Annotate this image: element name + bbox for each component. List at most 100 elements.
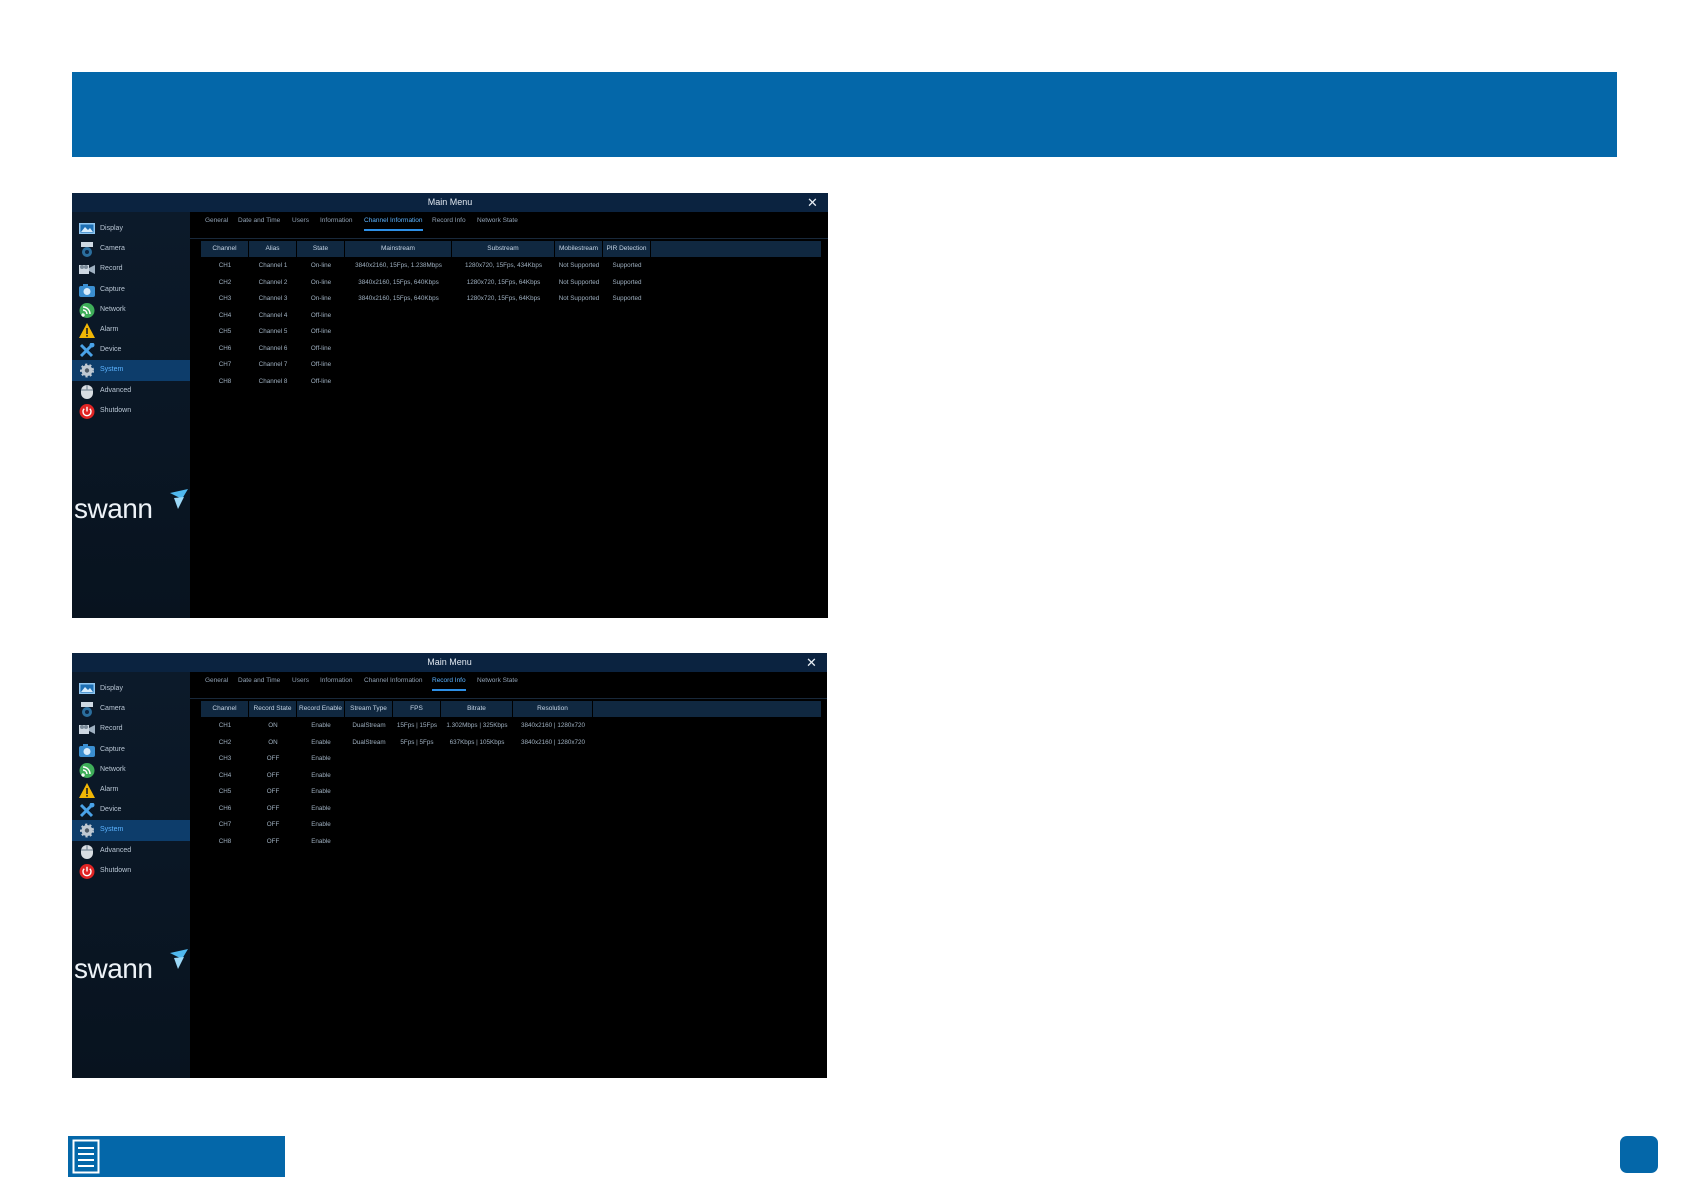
cell-alias: Channel 4 xyxy=(258,311,288,319)
cell-fps xyxy=(393,769,441,783)
cell-mobilestream xyxy=(555,309,603,323)
sidebar-item-device[interactable]: Device xyxy=(72,800,190,821)
cell-channel: CH2 xyxy=(218,278,232,286)
sidebar-item-camera[interactable]: Camera xyxy=(72,699,190,720)
cell-fps: 15Fps | 15Fps xyxy=(396,722,438,729)
sidebar-item-shutdown[interactable]: Shutdown xyxy=(72,401,190,422)
cell-channel: CH1 xyxy=(218,722,232,729)
cell-channel: CH7 xyxy=(218,361,232,368)
sidebar-item-record[interactable]: Record xyxy=(72,259,190,280)
cell-stream-type xyxy=(345,835,393,849)
table-row[interactable]: CH1 Channel 1 On-line 3840x2160, 15Fps, 1.2… xyxy=(201,259,821,273)
cell-alias: Channel 2 xyxy=(258,278,288,286)
tab-information[interactable]: Information xyxy=(320,217,353,229)
close-icon[interactable]: ✕ xyxy=(802,653,821,672)
cell-fps xyxy=(393,818,441,832)
table-header: Channel Record State Record Enable Stream T… xyxy=(201,701,821,717)
sidebar-item-record[interactable]: Record xyxy=(72,719,190,740)
tab-record-info[interactable]: Record Info xyxy=(432,677,466,691)
sidebar-item-display[interactable]: Display xyxy=(72,219,190,240)
cell-resolution: 3840x2160 | 1280x720 xyxy=(521,722,585,729)
sidebar-item-label: Camera xyxy=(100,245,125,253)
cell-stream-type xyxy=(345,818,393,832)
sidebar-item-label: Advanced xyxy=(100,386,132,394)
cell-substream: 1280x720, 15Fps, 64Kbps xyxy=(466,278,541,286)
tab-general[interactable]: General xyxy=(205,217,228,229)
table-row[interactable]: CH4 Channel 4 Off-line xyxy=(201,309,821,323)
cell-channel: CH5 xyxy=(218,788,232,795)
tab-users[interactable]: Users xyxy=(292,677,309,689)
tab-channel-information[interactable]: Channel Information xyxy=(364,217,423,231)
sidebar-item-label: Capture xyxy=(100,745,125,753)
contents-tab[interactable] xyxy=(68,1136,285,1177)
table-row[interactable]: CH8 Channel 8 Off-line xyxy=(201,375,821,389)
sidebar-item-camera[interactable]: Camera xyxy=(72,239,190,260)
sidebar-item-capture[interactable]: Capture xyxy=(72,740,190,761)
table-row[interactable]: CH2 Channel 2 On-line 3840x2160, 15Fps, 640… xyxy=(201,276,821,290)
window-title: Main Menu xyxy=(427,657,472,667)
sidebar-item-label: System xyxy=(100,826,124,834)
cell-alias: Channel 5 xyxy=(258,328,288,335)
table-row[interactable]: CH5 OFF Enable xyxy=(201,785,821,799)
cell-channel: CH7 xyxy=(218,821,232,828)
document-icon xyxy=(72,1139,100,1174)
cell-channel: CH6 xyxy=(218,804,232,812)
sidebar-item-shutdown[interactable]: Shutdown xyxy=(72,861,190,882)
tab-bar: General Date and Time Users Information Chan… xyxy=(190,212,828,239)
record-icon xyxy=(79,722,95,737)
cell-pir-detection xyxy=(603,358,651,372)
cell-bitrate xyxy=(441,769,513,783)
sidebar-item-alarm[interactable]: Alarm xyxy=(72,320,190,341)
cell-fps xyxy=(393,835,441,849)
table-row[interactable]: CH3 Channel 3 On-line 3840x2160, 15Fps, 640… xyxy=(201,292,821,306)
table-row[interactable]: CH3 OFF Enable xyxy=(201,752,821,766)
advanced-icon xyxy=(79,384,95,399)
cell-record-enable: Enable xyxy=(311,788,331,795)
sidebar-item-system[interactable]: System xyxy=(72,820,190,842)
table-row[interactable]: CH5 Channel 5 Off-line xyxy=(201,325,821,339)
table-row[interactable]: CH4 OFF Enable xyxy=(201,769,821,783)
sidebar-item-network[interactable]: Network xyxy=(72,300,190,321)
table-row[interactable]: CH8 OFF Enable xyxy=(201,835,821,849)
sidebar-item-network[interactable]: Network xyxy=(72,760,190,781)
sidebar-item-advanced[interactable]: Advanced xyxy=(72,381,190,402)
tab-date-and-time[interactable]: Date and Time xyxy=(238,217,280,229)
device-icon xyxy=(79,342,95,358)
table-row[interactable]: CH6 OFF Enable xyxy=(201,802,821,816)
table-row[interactable]: CH2 ON Enable DualStream 5Fps | 5Fps 637Kbps … xyxy=(201,736,821,750)
cell-channel: CH4 xyxy=(218,311,232,319)
table-row[interactable]: CH6 Channel 6 Off-line xyxy=(201,342,821,356)
cell-mainstream: 3840x2160, 15Fps, 640Kbps xyxy=(358,295,439,302)
table-row[interactable]: CH1 ON Enable DualStream 15Fps | 15Fps 1.302M… xyxy=(201,719,821,733)
table-row[interactable]: CH7 OFF Enable xyxy=(201,818,821,832)
sidebar-item-label: Camera xyxy=(100,705,125,713)
sidebar-item-alarm[interactable]: Alarm xyxy=(72,780,190,801)
swann-logo: swann xyxy=(74,947,189,987)
cell-bitrate xyxy=(441,752,513,766)
cell-pir-detection: Supported xyxy=(612,278,642,286)
cell-stream-type: DualStream xyxy=(352,722,386,729)
cell-substream xyxy=(452,375,555,389)
sidebar-item-label: Advanced xyxy=(100,846,132,854)
tab-information[interactable]: Information xyxy=(320,677,353,689)
tab-users[interactable]: Users xyxy=(292,217,309,229)
sidebar-item-capture[interactable]: Capture xyxy=(72,280,190,301)
tab-network-state[interactable]: Network State xyxy=(477,677,518,689)
tab-network-state[interactable]: Network State xyxy=(477,217,518,229)
tab-channel-information[interactable]: Channel Information xyxy=(364,677,423,689)
cell-resolution xyxy=(513,769,593,783)
tab-general[interactable]: General xyxy=(205,677,228,689)
sidebar-item-device[interactable]: Device xyxy=(72,340,190,361)
cell-channel: CH8 xyxy=(218,837,232,845)
table-row[interactable]: CH7 Channel 7 Off-line xyxy=(201,358,821,372)
cell-pir-detection: Supported xyxy=(612,295,642,302)
tab-record-info[interactable]: Record Info xyxy=(432,217,466,229)
close-icon[interactable]: ✕ xyxy=(803,193,822,212)
cell-resolution xyxy=(513,785,593,799)
cell-record-enable: Enable xyxy=(311,738,331,746)
sidebar-item-display[interactable]: Display xyxy=(72,679,190,700)
sidebar-item-system[interactable]: System xyxy=(72,360,190,382)
tab-date-and-time[interactable]: Date and Time xyxy=(238,677,280,689)
sidebar-item-advanced[interactable]: Advanced xyxy=(72,841,190,862)
page-number-badge xyxy=(1620,1136,1658,1173)
